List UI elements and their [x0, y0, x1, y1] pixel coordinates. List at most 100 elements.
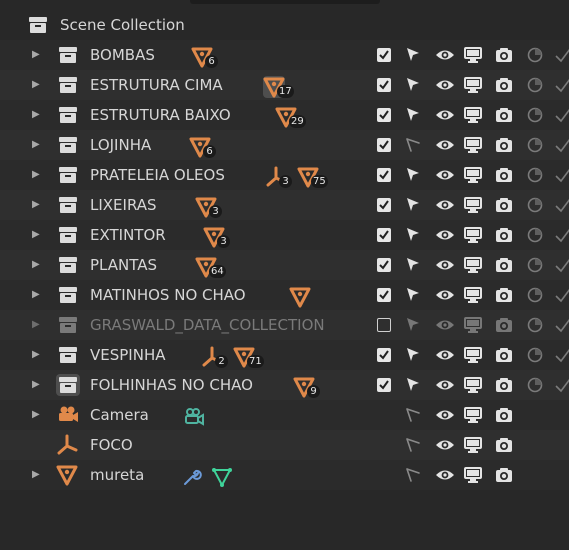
exclude-checkbox[interactable] — [377, 288, 391, 302]
exclude-checkbox[interactable] — [377, 318, 391, 332]
mesh-cone-icon[interactable]: 64 — [195, 256, 226, 278]
outliner-row-prateleia-oleos[interactable]: ▶ PRATELEIA OLEOS 3 75 — [0, 160, 569, 190]
eye-icon[interactable] — [435, 436, 454, 454]
eye-icon[interactable] — [435, 346, 454, 364]
expand-arrow-icon[interactable]: ▶ — [32, 378, 44, 392]
holdout-icon[interactable] — [526, 136, 544, 154]
indirect-only-icon[interactable] — [554, 76, 569, 94]
render-camera-icon[interactable] — [494, 346, 512, 364]
indirect-only-icon[interactable] — [554, 106, 569, 124]
indirect-only-icon[interactable] — [554, 256, 569, 274]
outliner-row-estrutura-cima[interactable]: ▶ ESTRUTURA CIMA 17 — [0, 70, 569, 100]
monitor-icon[interactable] — [463, 256, 482, 274]
outliner-row-plantas[interactable]: ▶ PLANTAS 64 — [0, 250, 569, 280]
outliner-row-foco[interactable]: FOCO — [0, 430, 569, 460]
mesh-cone-icon[interactable]: 9 — [293, 376, 320, 398]
selectable-toggle-icon[interactable] — [404, 406, 422, 424]
selectable-toggle-icon[interactable] — [404, 256, 422, 274]
search-field-edge[interactable] — [190, 0, 380, 4]
eye-icon[interactable] — [435, 106, 454, 124]
monitor-icon[interactable] — [463, 106, 482, 124]
outliner-row-bombas[interactable]: ▶ BOMBAS 6 — [0, 40, 569, 70]
render-camera-icon[interactable] — [494, 406, 512, 424]
empty-axes-icon[interactable]: 2 — [201, 346, 228, 368]
expand-arrow-icon[interactable]: ▶ — [32, 78, 44, 92]
indirect-only-icon[interactable] — [554, 376, 569, 394]
indirect-only-icon[interactable] — [554, 166, 569, 184]
expand-arrow-icon[interactable]: ▶ — [32, 198, 44, 212]
holdout-icon[interactable] — [526, 46, 544, 64]
eye-icon[interactable] — [435, 466, 454, 484]
monitor-icon[interactable] — [463, 286, 482, 304]
monitor-icon[interactable] — [463, 406, 482, 424]
holdout-icon[interactable] — [526, 226, 544, 244]
indirect-only-icon[interactable] — [554, 196, 569, 214]
outliner-row-graswald-data-collection[interactable]: ▶ GRASWALD_DATA_COLLECTION — [0, 310, 569, 340]
indirect-only-icon[interactable] — [554, 226, 569, 244]
holdout-icon[interactable] — [526, 316, 544, 334]
monitor-icon[interactable] — [463, 316, 482, 334]
mesh-cone-icon[interactable]: 75 — [297, 166, 328, 188]
selectable-toggle-icon[interactable] — [404, 76, 422, 94]
mesh-cone-icon[interactable]: 71 — [233, 346, 264, 368]
monitor-icon[interactable] — [463, 76, 482, 94]
exclude-checkbox[interactable] — [377, 258, 391, 272]
eye-icon[interactable] — [435, 196, 454, 214]
indirect-only-icon[interactable] — [554, 136, 569, 154]
selectable-toggle-icon[interactable] — [404, 436, 422, 454]
monitor-icon[interactable] — [463, 136, 482, 154]
scene-collection-row[interactable]: Scene Collection — [0, 10, 569, 40]
expand-arrow-icon[interactable]: ▶ — [32, 108, 44, 122]
outliner-row-mureta[interactable]: ▶ mureta — [0, 460, 569, 490]
expand-arrow-icon[interactable]: ▶ — [32, 258, 44, 272]
mesh-cone-icon[interactable]: 29 — [275, 106, 306, 128]
selectable-toggle-icon[interactable] — [404, 46, 422, 64]
render-camera-icon[interactable] — [494, 76, 512, 94]
holdout-icon[interactable] — [526, 376, 544, 394]
outliner-row-camera[interactable]: ▶ Camera — [0, 400, 569, 430]
exclude-checkbox[interactable] — [377, 228, 391, 242]
selectable-toggle-icon[interactable] — [404, 166, 422, 184]
selectable-toggle-icon[interactable] — [404, 346, 422, 364]
expand-arrow-icon[interactable]: ▶ — [32, 48, 44, 62]
selectable-toggle-icon[interactable] — [404, 136, 422, 154]
eye-icon[interactable] — [435, 256, 454, 274]
outliner-row-folhinhas-no-chao[interactable]: ▶ FOLHINHAS NO CHAO 9 — [0, 370, 569, 400]
selectable-toggle-icon[interactable] — [404, 196, 422, 214]
monitor-icon[interactable] — [463, 346, 482, 364]
outliner-row-lojinha[interactable]: ▶ LOJINHA 6 — [0, 130, 569, 160]
monitor-icon[interactable] — [463, 166, 482, 184]
render-camera-icon[interactable] — [494, 466, 512, 484]
mesh-cone-icon[interactable]: 3 — [203, 226, 230, 248]
expand-arrow-icon[interactable]: ▶ — [32, 318, 44, 332]
render-camera-icon[interactable] — [494, 226, 512, 244]
render-camera-icon[interactable] — [494, 166, 512, 184]
mesh-data-icon[interactable] — [211, 466, 233, 488]
expand-arrow-icon[interactable]: ▶ — [32, 228, 44, 242]
indirect-only-icon[interactable] — [554, 316, 569, 334]
holdout-icon[interactable] — [526, 346, 544, 364]
selectable-toggle-icon[interactable] — [404, 106, 422, 124]
eye-icon[interactable] — [435, 226, 454, 244]
outliner-row-estrutura-baixo[interactable]: ▶ ESTRUTURA BAIXO 29 — [0, 100, 569, 130]
expand-arrow-icon[interactable]: ▶ — [32, 138, 44, 152]
holdout-icon[interactable] — [526, 286, 544, 304]
eye-icon[interactable] — [435, 406, 454, 424]
render-camera-icon[interactable] — [494, 436, 512, 454]
exclude-checkbox[interactable] — [377, 168, 391, 182]
holdout-icon[interactable] — [526, 106, 544, 124]
render-camera-icon[interactable] — [494, 196, 512, 214]
wrench-modifier-icon[interactable] — [181, 466, 203, 488]
render-camera-icon[interactable] — [494, 376, 512, 394]
empty-axes-icon[interactable]: 3 — [265, 166, 292, 188]
outliner-row-lixeiras[interactable]: ▶ LIXEIRAS 3 — [0, 190, 569, 220]
monitor-icon[interactable] — [463, 376, 482, 394]
exclude-checkbox[interactable] — [377, 138, 391, 152]
indirect-only-icon[interactable] — [554, 346, 569, 364]
render-camera-icon[interactable] — [494, 286, 512, 304]
monitor-icon[interactable] — [463, 226, 482, 244]
selectable-toggle-icon[interactable] — [404, 466, 422, 484]
expand-arrow-icon[interactable]: ▶ — [32, 168, 44, 182]
expand-arrow-icon[interactable]: ▶ — [32, 408, 44, 422]
selectable-toggle-icon[interactable] — [404, 316, 422, 334]
